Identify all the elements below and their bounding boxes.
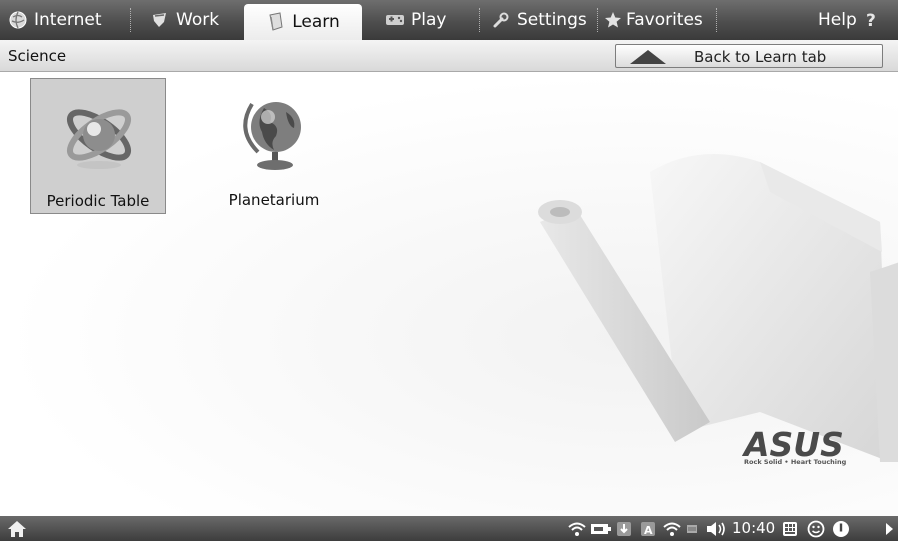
tab-work[interactable]: Work xyxy=(150,0,219,40)
arrow-right-icon[interactable] xyxy=(882,519,896,538)
tab-label: Play xyxy=(411,10,447,30)
power-icon[interactable] xyxy=(830,519,852,538)
learn-icon xyxy=(266,12,286,32)
network-icon[interactable] xyxy=(566,519,588,538)
tab-label: Settings xyxy=(517,10,587,30)
clock[interactable]: 10:40 xyxy=(732,519,775,537)
tab-label: Favorites xyxy=(626,10,703,30)
volume-icon[interactable] xyxy=(703,519,729,538)
brand-tagline: Rock Solid • Heart Touching xyxy=(744,458,847,466)
tab-favorites[interactable]: Favorites xyxy=(603,0,703,40)
category-title: Science xyxy=(8,47,67,65)
smiley-icon[interactable] xyxy=(805,519,827,538)
app-grid: Periodic Table Planetarium ASUS Rock Sol… xyxy=(0,72,898,516)
globe-icon xyxy=(234,92,314,172)
app-periodic-table[interactable]: Periodic Table xyxy=(30,78,166,214)
tab-divider xyxy=(716,8,718,32)
help-icon: ? xyxy=(863,10,883,30)
help-button[interactable]: Help ? xyxy=(818,0,883,40)
tab-internet[interactable]: Internet xyxy=(8,0,102,40)
help-label: Help xyxy=(818,10,857,30)
atom-icon xyxy=(59,93,139,173)
app-planetarium[interactable]: Planetarium xyxy=(206,78,342,214)
tab-label: Learn xyxy=(292,12,340,32)
storage-icon[interactable] xyxy=(684,519,700,538)
arrow-up-icon xyxy=(626,49,670,69)
update-icon[interactable] xyxy=(614,519,634,538)
tab-play[interactable]: Play xyxy=(385,0,446,40)
tab-divider xyxy=(130,8,132,32)
favorites-icon xyxy=(603,10,623,30)
category-header: Science Back to Learn tab xyxy=(0,40,898,72)
taskbar: A 10:40 xyxy=(0,516,898,541)
tab-learn[interactable]: Learn xyxy=(244,4,362,40)
tab-divider xyxy=(597,8,599,32)
asus-logo: ASUS xyxy=(742,425,844,464)
svg-text:A: A xyxy=(644,524,653,537)
tab-settings[interactable]: Settings xyxy=(491,0,587,40)
app-label: Planetarium xyxy=(228,191,320,209)
back-button-label: Back to Learn tab xyxy=(694,48,827,66)
home-icon[interactable] xyxy=(6,519,28,538)
internet-icon xyxy=(8,10,28,30)
settings-icon xyxy=(491,10,511,30)
play-icon xyxy=(385,10,405,30)
wifi-icon[interactable] xyxy=(662,519,682,538)
work-icon xyxy=(150,10,170,30)
svg-text:?: ? xyxy=(866,11,876,30)
back-to-learn-button[interactable]: Back to Learn tab xyxy=(615,44,883,68)
app-label: Periodic Table xyxy=(46,192,150,210)
tab-bar: Internet Work Learn Play Settings Favori… xyxy=(0,0,898,40)
tab-label: Internet xyxy=(34,10,102,30)
virtual-keyboard-icon[interactable] xyxy=(780,519,800,538)
tab-label: Work xyxy=(176,10,220,30)
keyboard-layout-icon[interactable]: A xyxy=(638,519,658,538)
tab-divider xyxy=(479,8,481,32)
battery-icon[interactable] xyxy=(589,519,613,538)
